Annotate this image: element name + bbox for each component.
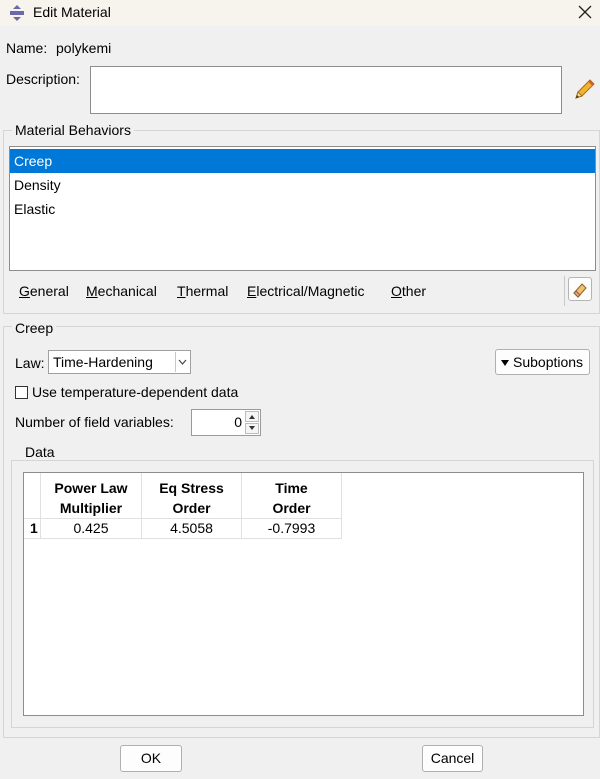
suboptions-button[interactable]: Suboptions <box>495 349 590 375</box>
behavior-item-creep[interactable]: Creep <box>10 149 595 173</box>
row-header: 1 <box>24 519 41 539</box>
data-title: Data <box>22 444 58 460</box>
menu-thermal-rest: hermal <box>185 283 229 299</box>
edit-description-button[interactable] <box>570 76 598 104</box>
table-corner <box>24 473 41 519</box>
arrow-down-icon <box>249 426 255 430</box>
behavior-item-density[interactable]: Density <box>10 173 595 197</box>
name-value: polykemi <box>56 40 112 56</box>
spin-down-button[interactable] <box>245 423 259 434</box>
menu-other-rest: ther <box>401 283 427 299</box>
menu-general-rest: eneral <box>29 283 69 299</box>
menu-electrical-rest: lectrical/Magnetic <box>256 283 365 299</box>
chevron-down-icon <box>175 352 189 372</box>
name-label: Name: <box>6 40 48 56</box>
field-variables-value: 0 <box>234 414 242 430</box>
table-cell[interactable]: -0.7993 <box>242 519 342 539</box>
behavior-item-elastic[interactable]: Elastic <box>10 197 595 221</box>
law-label: Law: <box>15 355 45 371</box>
field-variables-label: Number of field variables: <box>15 414 174 430</box>
temperature-dependent-checkbox[interactable] <box>15 386 28 399</box>
close-button[interactable] <box>570 0 600 26</box>
description-field[interactable] <box>90 66 562 114</box>
law-select[interactable]: Time-Hardening <box>48 350 191 374</box>
suboptions-label: Suboptions <box>513 354 584 370</box>
description-label: Description: <box>6 71 80 87</box>
title-bar: Edit Material <box>0 0 600 26</box>
temperature-dependent-label: Use temperature-dependent data <box>32 384 239 400</box>
column-header-line: Multiplier <box>59 500 123 516</box>
menu-other[interactable]: Other <box>391 283 426 299</box>
arrow-up-icon <box>249 415 255 419</box>
creep-title: Creep <box>12 320 57 336</box>
menu-electrical-magnetic[interactable]: Electrical/Magnetic <box>247 283 365 299</box>
menu-electrical-mnemonic: E <box>247 283 257 299</box>
ok-button[interactable]: OK <box>120 745 182 772</box>
cancel-button[interactable]: Cancel <box>422 745 483 772</box>
column-header-line: Power Law <box>54 480 128 496</box>
column-header-line: Eq Stress <box>159 480 224 496</box>
window-title: Edit Material <box>33 4 111 20</box>
eraser-icon <box>573 283 587 298</box>
spin-up-button[interactable] <box>245 411 259 422</box>
material-icon <box>10 5 24 21</box>
law-value: Time-Hardening <box>53 354 153 370</box>
triangle-down-icon <box>501 360 509 366</box>
column-header-line: Order <box>272 500 311 516</box>
column-header-line: Order <box>172 500 211 516</box>
table-cell[interactable]: 4.5058 <box>142 519 242 539</box>
menu-thermal-mnemonic: T <box>177 283 186 299</box>
menu-mechanical-rest: echanical <box>97 283 157 299</box>
clear-behavior-button[interactable] <box>568 277 592 301</box>
table-cell[interactable]: 0.425 <box>41 519 142 539</box>
column-header-line: Time <box>275 480 308 496</box>
behavior-menu-bar: General Mechanical Thermal Electrical/Ma… <box>9 276 565 306</box>
pencil-icon <box>575 79 595 99</box>
menu-general[interactable]: General <box>19 283 69 299</box>
column-header-power-law-multiplier[interactable]: Power Law Multiplier <box>41 473 142 519</box>
close-icon <box>578 5 592 19</box>
column-header-time-order[interactable]: Time Order <box>242 473 342 519</box>
material-behaviors-list[interactable]: Creep Density Elastic <box>9 146 596 271</box>
material-behaviors-title: Material Behaviors <box>12 122 134 138</box>
menu-mechanical-mnemonic: M <box>86 283 98 299</box>
column-header-eq-stress-order[interactable]: Eq Stress Order <box>142 473 242 519</box>
menu-general-mnemonic: G <box>19 283 30 299</box>
menu-thermal[interactable]: Thermal <box>177 283 228 299</box>
menu-mechanical[interactable]: Mechanical <box>86 283 157 299</box>
field-variables-spinner[interactable]: 0 <box>191 409 261 436</box>
data-table[interactable]: Power Law Multiplier Eq Stress Order Tim… <box>23 472 584 716</box>
menu-other-mnemonic: O <box>391 283 402 299</box>
